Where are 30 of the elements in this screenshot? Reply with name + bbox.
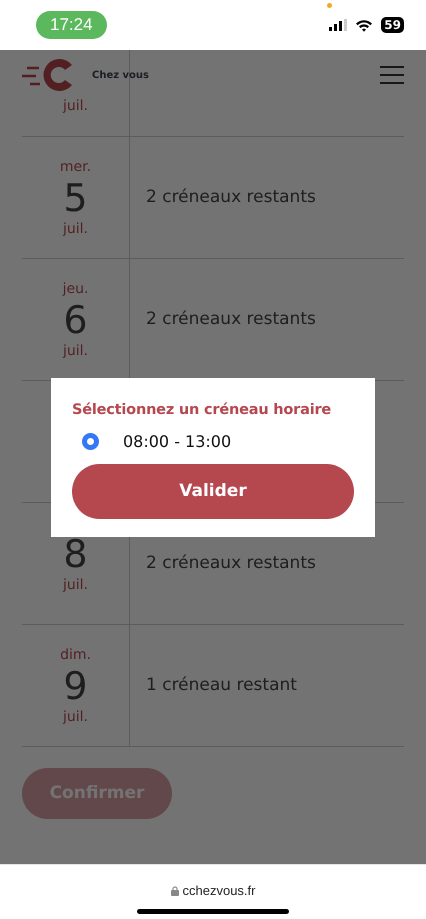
slots-remaining: 2 créneaux restants: [146, 308, 316, 331]
slots-remaining: 1 créneau restant: [146, 674, 297, 697]
modal-title: Sélectionnez un créneau horaire: [72, 401, 332, 420]
month-name: juil.: [63, 342, 88, 360]
month-name: juil.: [63, 220, 88, 238]
home-indicator[interactable]: [137, 908, 289, 914]
month-name: juil.: [63, 708, 88, 726]
wifi-icon: [355, 18, 374, 32]
day-name: mer.: [60, 158, 92, 176]
privacy-dot-icon: [327, 3, 332, 8]
brand-name: Chez vous: [92, 68, 150, 82]
day-number: 8: [63, 532, 88, 574]
slots-remaining: 2 créneaux restants: [146, 552, 316, 575]
day-number: 5: [63, 176, 88, 218]
signal-icon: [329, 19, 348, 31]
day-name: jeu.: [62, 280, 88, 298]
menu-icon[interactable]: [380, 66, 404, 84]
url-text[interactable]: cchezvous.fr: [182, 881, 256, 900]
slots-remaining: 2 créneaux restants: [146, 186, 316, 209]
radio-button[interactable]: [82, 433, 99, 450]
day-name: dim.: [60, 646, 91, 664]
day-number: 6: [63, 298, 88, 340]
month-name: juil.: [63, 97, 88, 116]
month-name: juil.: [63, 576, 88, 594]
battery-level: 59: [381, 17, 404, 33]
lock-icon: [170, 886, 178, 896]
option-label: 08:00 - 13:00: [123, 430, 232, 453]
status-time: 17:24: [36, 11, 107, 39]
day-number: 9: [63, 664, 88, 706]
validate-button[interactable]: Valider: [72, 464, 354, 519]
